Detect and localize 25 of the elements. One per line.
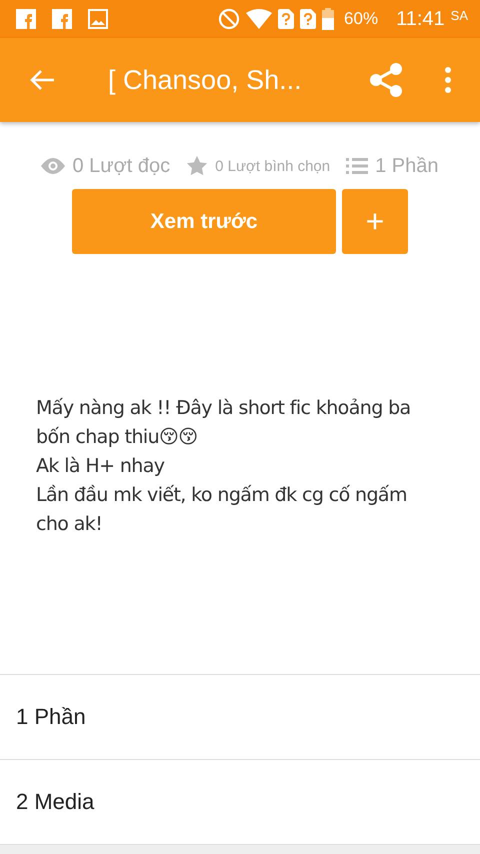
battery-percentage: 60% (344, 9, 378, 29)
clock-time: 11:41 (396, 8, 445, 30)
image-icon (88, 9, 108, 29)
more-vertical-icon (444, 67, 452, 93)
back-arrow-icon (29, 69, 55, 91)
eye-icon (41, 158, 66, 174)
description-text: Mấy nàng ak !! Đây là short fic khoảng ba bốn chap thiu😚😚 (36, 396, 412, 450)
description-text: Ak là H+ nhay (36, 454, 166, 479)
facebook-icon (16, 9, 36, 29)
wifi-icon (246, 9, 272, 29)
facebook-icon (52, 9, 72, 29)
list-icon (346, 157, 368, 175)
stat-label: 1 Phần (375, 154, 439, 178)
share-icon (367, 61, 405, 99)
sim-icon (300, 9, 316, 29)
do-not-disturb-icon (218, 8, 240, 30)
story-title: [ Chansoo, Sh... (107, 64, 303, 96)
section-row[interactable]: 1 Phần (0, 675, 480, 760)
sim-icon (278, 9, 294, 29)
stat-label: 0 Lượt đọc (72, 154, 170, 178)
clock-period: SA (450, 8, 468, 22)
battery-icon (322, 8, 334, 30)
stat-label: 0 Lượt bình chọn (215, 158, 330, 174)
star-icon (186, 155, 208, 177)
description-text: Lần đầu mk viết, ko ngấm đk cg cố ngấm cho ak! (36, 483, 408, 537)
